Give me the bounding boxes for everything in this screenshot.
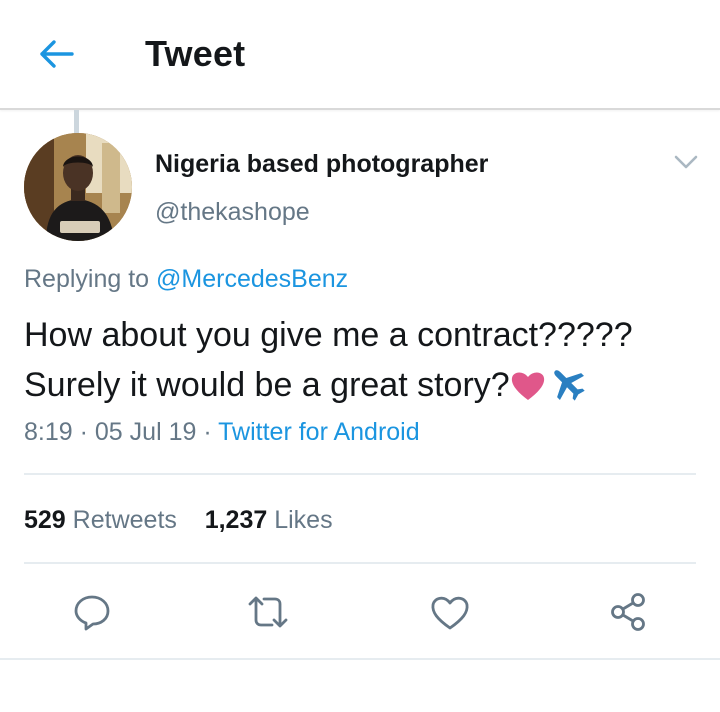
meta-separator: · xyxy=(203,418,212,446)
tweet-text-line-2-container: Surely it would be a great story? xyxy=(24,360,704,416)
avatar[interactable] xyxy=(24,133,132,241)
replying-to-mention[interactable]: @MercedesBenz xyxy=(156,265,348,293)
like-button[interactable] xyxy=(426,590,474,634)
tweet-text-line-1: How about you give me a contract????? xyxy=(24,316,633,354)
retweets-stat[interactable]: 529 Retweets xyxy=(24,506,177,534)
tweet-stats: 529 Retweets 1,237 Likes xyxy=(24,506,333,535)
tweet-actions-bar xyxy=(0,584,720,640)
author-name[interactable]: Nigeria based photographer xyxy=(155,150,488,179)
tweet-detail-screen: Tweet Nigeria based photographer @thekas… xyxy=(0,0,720,712)
app-header: Tweet xyxy=(0,0,720,110)
back-button[interactable] xyxy=(30,30,82,78)
tweet-time: 8:19 xyxy=(24,418,73,446)
share-icon xyxy=(611,593,645,631)
chevron-down-icon xyxy=(674,155,698,169)
page-title: Tweet xyxy=(145,33,246,74)
retweets-label: Retweets xyxy=(72,506,177,534)
like-icon xyxy=(431,596,469,630)
retweet-icon xyxy=(248,596,288,628)
replying-to: Replying to @MercedesBenz xyxy=(24,265,348,294)
likes-count: 1,237 xyxy=(204,506,268,534)
tweet-meta: 8:19 · 05 Jul 19 · Twitter for Android xyxy=(24,418,420,447)
tweet-text-line-2: Surely it would be a great story? xyxy=(24,366,510,404)
airplane-emoji-icon xyxy=(546,364,588,416)
tweet-source-link[interactable]: Twitter for Android xyxy=(218,418,419,446)
reply-button[interactable] xyxy=(68,590,116,634)
heart-emoji-icon xyxy=(510,366,546,416)
retweets-count: 529 xyxy=(24,506,66,534)
likes-stat[interactable]: 1,237 Likes xyxy=(205,506,333,534)
divider xyxy=(0,658,720,660)
reply-icon xyxy=(74,595,110,631)
meta-separator: · xyxy=(79,418,88,446)
author-handle[interactable]: @thekashope xyxy=(155,198,310,227)
replying-prefix: Replying to xyxy=(24,265,150,293)
tweet-date: 05 Jul 19 xyxy=(94,418,197,446)
thread-connector-line xyxy=(74,110,79,134)
retweet-button[interactable] xyxy=(244,590,292,634)
avatar-photo xyxy=(24,133,132,241)
divider xyxy=(24,562,696,564)
share-button[interactable] xyxy=(604,590,652,634)
tweet-text: How about you give me a contract????? Su… xyxy=(24,310,704,416)
tweet-options-button[interactable] xyxy=(672,150,700,174)
divider xyxy=(24,473,696,475)
likes-label: Likes xyxy=(274,506,333,534)
arrow-left-icon xyxy=(40,40,74,68)
